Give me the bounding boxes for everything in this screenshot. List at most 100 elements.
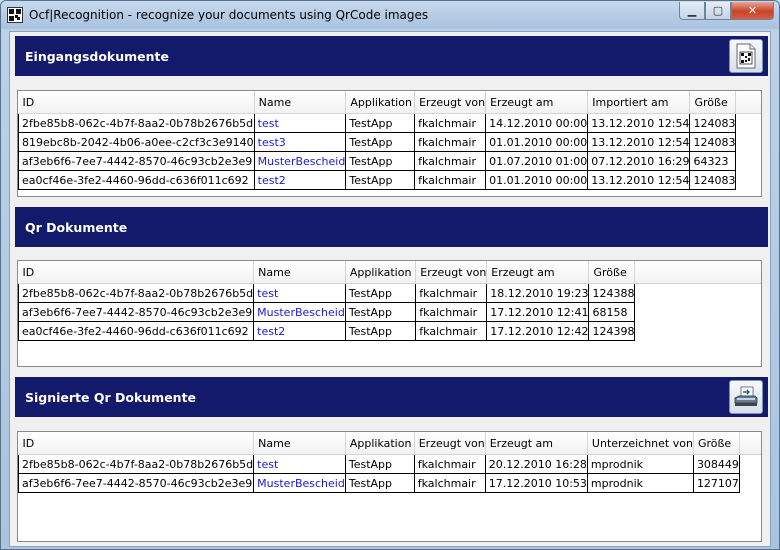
- column-header[interactable]: Größe: [693, 432, 740, 455]
- table-cell[interactable]: mprodnik: [587, 454, 694, 474]
- table-cell[interactable]: fkalchmair: [414, 454, 486, 474]
- column-header[interactable]: Erzeugt von: [414, 432, 486, 455]
- table-cell[interactable]: test: [254, 113, 347, 133]
- scanner-sign-icon[interactable]: [729, 380, 763, 414]
- table-cell[interactable]: 01.01.2010 00:00: [485, 170, 589, 190]
- column-header[interactable]: Erzeugt am: [485, 432, 588, 455]
- table-cell[interactable]: fkalchmair: [415, 283, 488, 303]
- table-cell[interactable]: TestApp: [345, 454, 415, 474]
- close-button[interactable]: ✕: [731, 2, 774, 20]
- table-cell[interactable]: fkalchmair: [414, 113, 487, 133]
- table-cell[interactable]: 2fbe85b8-062c-4b7f-8aa2-0b78b2676b5d: [17, 283, 255, 303]
- table-cell[interactable]: 68158: [588, 302, 636, 322]
- table-cell[interactable]: 308449: [693, 454, 740, 474]
- column-header[interactable]: Erzeugt von: [415, 261, 488, 284]
- table-cell[interactable]: 13.12.2010 12:54: [587, 170, 691, 190]
- table-cell[interactable]: 2fbe85b8-062c-4b7f-8aa2-0b78b2676b5d: [18, 113, 255, 133]
- table-cell[interactable]: 124398: [588, 321, 636, 341]
- table-cell[interactable]: 124388: [588, 283, 636, 303]
- table-cell[interactable]: 13.12.2010 12:54: [587, 132, 691, 152]
- table-cell[interactable]: 01.07.2010 01:00: [485, 151, 589, 171]
- table-cell[interactable]: ea0cf46e-3fe2-4460-96dd-c636f011c692: [17, 321, 255, 341]
- table-cell[interactable]: fkalchmair: [414, 132, 487, 152]
- table-cell[interactable]: TestApp: [345, 321, 417, 341]
- table-cell[interactable]: af3eb6f6-7ee7-4442-8570-46c93cb2e3e9: [18, 151, 255, 171]
- column-header[interactable]: Name: [253, 432, 346, 455]
- table-cell[interactable]: fkalchmair: [414, 151, 487, 171]
- table-cell[interactable]: fkalchmair: [415, 321, 488, 341]
- column-header[interactable]: Erzeugt am: [485, 91, 589, 114]
- table-cell[interactable]: TestApp: [345, 302, 417, 322]
- table-cell[interactable]: test3: [254, 132, 347, 152]
- table-cell[interactable]: 17.12.2010 12:42: [486, 321, 590, 341]
- table-cell[interactable]: 20.12.2010 16:28: [485, 454, 588, 474]
- column-header[interactable]: Erzeugt von: [414, 91, 487, 114]
- grid-signierte-qr-dokumente[interactable]: ID Name Applikation Erzeugt von Erzeugt am Un…: [17, 431, 762, 542]
- column-header[interactable]: Unterzeichnet von: [587, 432, 694, 455]
- section-title: Eingangsdokumente: [25, 49, 169, 64]
- table-cell[interactable]: TestApp: [345, 170, 416, 190]
- column-header[interactable]: ID: [18, 432, 255, 455]
- table-cell[interactable]: 819ebc8b-2042-4b06-a0ee-c2cf3c3e9140: [18, 132, 255, 152]
- maximize-button[interactable]: ▢: [705, 2, 731, 20]
- title-bar[interactable]: Ocf|Recognition - recognize your documen…: [1, 1, 779, 29]
- table-cell[interactable]: 17.12.2010 12:41: [486, 302, 590, 322]
- column-header[interactable]: Größe: [689, 91, 737, 114]
- table-cell[interactable]: fkalchmair: [414, 170, 487, 190]
- table-cell[interactable]: MusterBescheid: [253, 302, 346, 322]
- table-cell[interactable]: mprodnik: [587, 473, 694, 493]
- table-cell[interactable]: TestApp: [345, 132, 416, 152]
- table-cell[interactable]: 2fbe85b8-062c-4b7f-8aa2-0b78b2676b5d: [17, 454, 255, 474]
- qr-app-icon[interactable]: [7, 7, 23, 23]
- grid-qr-dokumente[interactable]: ID Name Applikation Erzeugt von Erzeugt am Gr…: [17, 260, 762, 367]
- table-cell[interactable]: ea0cf46e-3fe2-4460-96dd-c636f011c692: [18, 170, 255, 190]
- column-header[interactable]: Applikation: [345, 91, 416, 114]
- table-cell[interactable]: TestApp: [345, 283, 417, 303]
- table-cell[interactable]: 01.01.2010 00:00: [485, 132, 589, 152]
- table-cell[interactable]: fkalchmair: [414, 473, 486, 493]
- table-row[interactable]: af3eb6f6-7ee7-4442-8570-46c93cb2e3e9 Must…: [17, 473, 762, 493]
- table-cell[interactable]: 18.12.2010 19:23: [486, 283, 590, 303]
- column-header[interactable]: ID: [18, 261, 255, 284]
- table-cell[interactable]: 124083: [689, 170, 737, 190]
- table-row[interactable]: af3eb6f6-7ee7-4442-8570-46c93cb2e3e9 Must…: [18, 151, 762, 171]
- table-cell[interactable]: 14.12.2010 00:00: [485, 113, 589, 133]
- table-cell[interactable]: af3eb6f6-7ee7-4442-8570-46c93cb2e3e9: [17, 473, 255, 493]
- table-cell[interactable]: 124083: [689, 113, 737, 133]
- table-cell[interactable]: 17.12.2010 10:53: [485, 473, 588, 493]
- table-row[interactable]: 2fbe85b8-062c-4b7f-8aa2-0b78b2676b5d test…: [17, 454, 762, 474]
- table-cell[interactable]: MusterBescheid: [254, 151, 347, 171]
- table-cell[interactable]: TestApp: [345, 113, 416, 133]
- column-header[interactable]: Applikation: [345, 432, 415, 455]
- column-header[interactable]: Importiert am: [587, 91, 691, 114]
- minimize-button[interactable]: ▁: [679, 2, 705, 20]
- table-cell[interactable]: test: [253, 283, 346, 303]
- grid-eingangsdokumente[interactable]: ID Name Applikation Erzeugt von Erzeugt am Im…: [17, 90, 762, 197]
- table-row[interactable]: 2fbe85b8-062c-4b7f-8aa2-0b78b2676b5d test…: [17, 283, 762, 303]
- table-cell[interactable]: 124083: [689, 132, 737, 152]
- table-cell[interactable]: 127107: [693, 473, 740, 493]
- table-cell[interactable]: test2: [253, 321, 346, 341]
- table-row[interactable]: ea0cf46e-3fe2-4460-96dd-c636f011c692 test…: [17, 321, 762, 341]
- column-header[interactable]: ID: [18, 91, 255, 114]
- column-header[interactable]: Name: [254, 91, 347, 114]
- table-cell[interactable]: af3eb6f6-7ee7-4442-8570-46c93cb2e3e9: [17, 302, 255, 322]
- table-cell[interactable]: MusterBescheid: [253, 473, 346, 493]
- table-cell[interactable]: 07.12.2010 16:29: [587, 151, 691, 171]
- column-header[interactable]: Applikation: [345, 261, 417, 284]
- column-header[interactable]: Name: [253, 261, 346, 284]
- column-header[interactable]: Größe: [588, 261, 636, 284]
- column-header[interactable]: Erzeugt am: [486, 261, 590, 284]
- table-cell[interactable]: test: [253, 454, 346, 474]
- table-cell[interactable]: test2: [254, 170, 347, 190]
- table-cell[interactable]: fkalchmair: [415, 302, 488, 322]
- table-cell[interactable]: TestApp: [345, 151, 416, 171]
- table-row[interactable]: ea0cf46e-3fe2-4460-96dd-c636f011c692 test…: [18, 170, 762, 190]
- table-cell[interactable]: 13.12.2010 12:54: [587, 113, 691, 133]
- table-cell[interactable]: TestApp: [345, 473, 415, 493]
- table-row[interactable]: 2fbe85b8-062c-4b7f-8aa2-0b78b2676b5d test…: [18, 113, 762, 133]
- table-row[interactable]: 819ebc8b-2042-4b06-a0ee-c2cf3c3e9140 test…: [18, 132, 762, 152]
- qr-document-icon[interactable]: [729, 39, 763, 73]
- table-row[interactable]: af3eb6f6-7ee7-4442-8570-46c93cb2e3e9 Must…: [17, 302, 762, 322]
- table-cell[interactable]: 64323: [689, 151, 737, 171]
